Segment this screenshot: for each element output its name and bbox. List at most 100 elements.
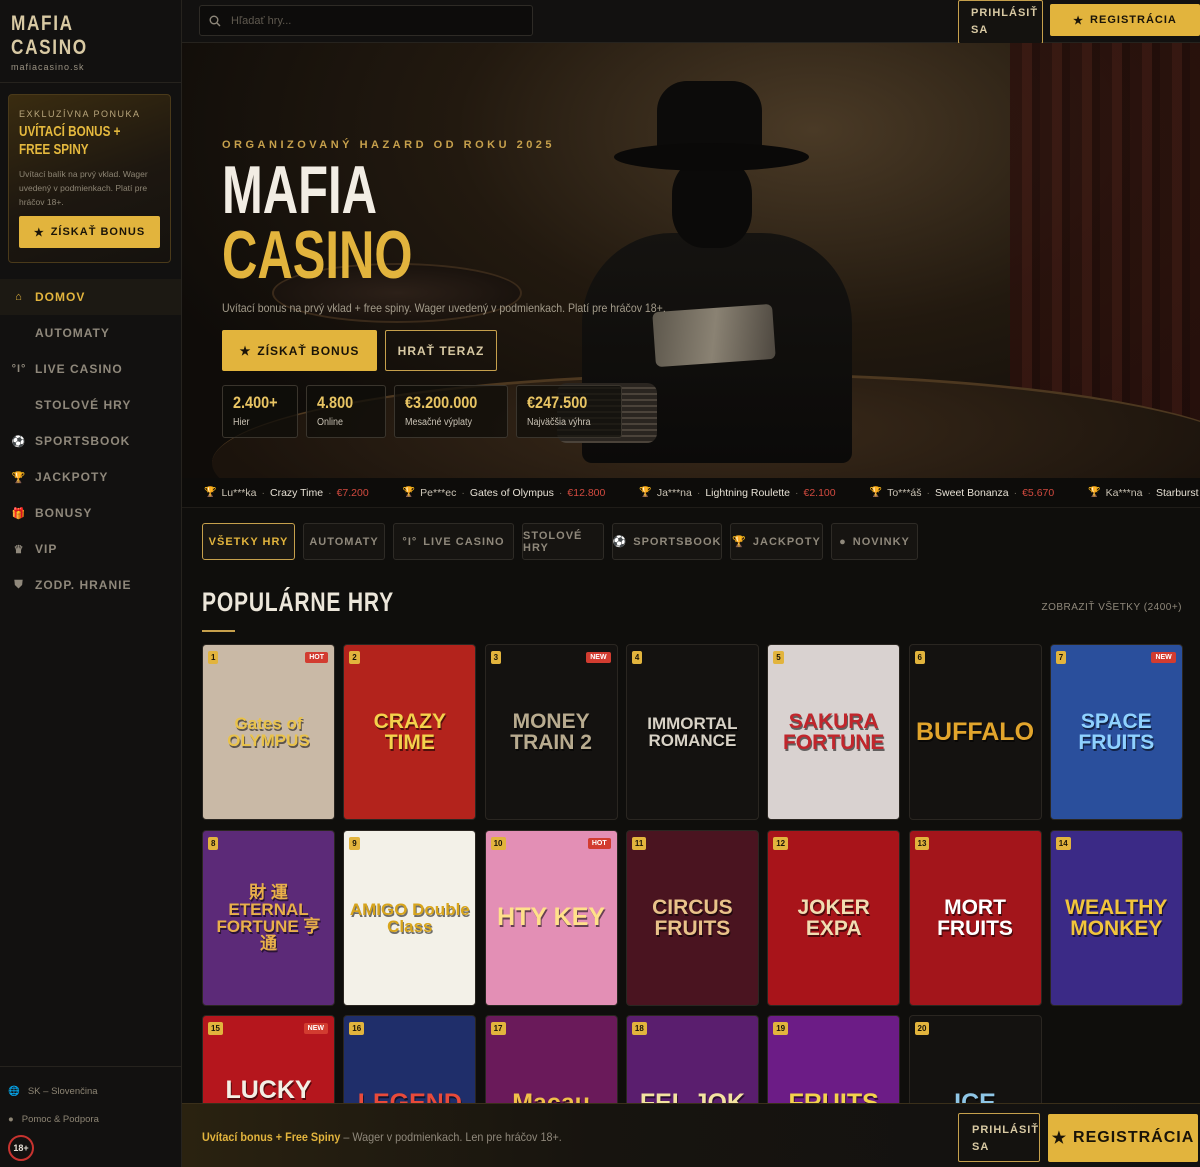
- hero-kicker: ORGANIZOVANÝ HAZARD OD ROKU 2025: [222, 139, 556, 151]
- winners-ticker: 🏆 Lu***ka · Crazy Time · €7.200 🏆 Pe***ec · Gates…: [182, 478, 1200, 508]
- game-card[interactable]: ICE 20: [908, 1015, 1042, 1104]
- trophy-icon: 🏆: [869, 487, 883, 498]
- game-art: SAKURA FORTUNE: [782, 710, 885, 754]
- game-card[interactable]: SAKURA FORTUNE 5: [767, 644, 901, 820]
- bottom-login-label: PRIHLÁSIŤ SA: [972, 1124, 1040, 1153]
- sidebar-item-vip[interactable]: ♛ VIP: [0, 531, 181, 567]
- game-art: 財 運 ETERNAL FORTUNE 亨 通: [216, 882, 321, 953]
- ticker-user: Pe***ec: [420, 486, 457, 499]
- top-bar: PRIHLÁSIŤ SA ★ REGISTRÁCIA: [182, 0, 1200, 44]
- game-rank: 19: [773, 1022, 789, 1035]
- game-card[interactable]: SPACE FRUITS 7 NEW: [1049, 644, 1183, 820]
- sidebar-item-live-casino[interactable]: °I° LIVE CASINO: [0, 351, 181, 387]
- game-rank: 14: [1055, 836, 1071, 850]
- game-badge: NEW: [586, 652, 611, 663]
- trophy-icon: 🏆: [639, 487, 652, 498]
- sidebar-nav: ⌂ DOMOV AUTOMATY °I° LIVE CASINO STOLOVÉ HRY ⚽…: [0, 279, 181, 603]
- game-rank: 15: [208, 1022, 223, 1035]
- game-card[interactable]: HTY KEY 10 HOT: [484, 829, 618, 1006]
- bottom-bonus-text: Uvítací bonus + Free Spiny: [202, 1130, 341, 1144]
- promo-get-bonus-button[interactable]: ★ ZÍSKAŤ BONUS: [19, 216, 160, 248]
- filter-label: NOVINKY: [852, 535, 910, 548]
- ticker-game: Crazy Time: [269, 486, 324, 499]
- sidebar-item-sportsbook[interactable]: ⚽ SPORTSBOOK: [0, 423, 181, 459]
- game-card[interactable]: JOKER EXPA 12: [767, 829, 901, 1006]
- game-rank: 3: [490, 651, 502, 664]
- filter-label: LIVE CASINO: [423, 535, 505, 548]
- filter-sportsbook[interactable]: ⚽ SPORTSBOOK: [612, 523, 722, 560]
- login-button[interactable]: PRIHLÁSIŤ SA: [958, 0, 1043, 44]
- bottom-bonus-bar: Uvítací bonus + Free Spiny – Wager v pod…: [182, 1103, 1200, 1167]
- filter-v-etky-hry[interactable]: VŠETKY HRY: [202, 523, 295, 560]
- stat-value: €247.500: [527, 393, 588, 412]
- filter-stolov-hry[interactable]: STOLOVÉ HRY: [522, 523, 604, 560]
- section-title: POPULÁRNE HRY: [202, 587, 394, 617]
- game-card[interactable]: LUCKY CAT 15 NEW: [202, 1015, 335, 1104]
- game-card[interactable]: MORT FRUITS 13: [908, 829, 1042, 1006]
- game-card[interactable]: WEALTHY MONKEY 14: [1049, 829, 1183, 1006]
- ticker-item: 🏆 Ka***na · Starburst X: [1088, 487, 1200, 499]
- stat-value: 2.400+: [233, 393, 278, 412]
- globe-icon: 🌐: [8, 1085, 20, 1097]
- stat-value: €3.200.000: [405, 393, 478, 412]
- ticker-separator: ·: [1147, 486, 1151, 499]
- sidebar-item-domov[interactable]: ⌂ DOMOV: [0, 279, 181, 315]
- hero-play-now-button[interactable]: HRAŤ TERAZ: [385, 330, 497, 371]
- filter-automaty[interactable]: AUTOMATY: [303, 523, 385, 560]
- search-box[interactable]: [199, 5, 533, 36]
- sidebar-item-automaty[interactable]: AUTOMATY: [0, 315, 181, 351]
- register-label: REGISTRÁCIA: [1090, 14, 1177, 26]
- sidebar-item-stolov-hry[interactable]: STOLOVÉ HRY: [0, 387, 181, 423]
- age-badge: 18+: [8, 1135, 34, 1161]
- game-card[interactable]: FEL JOK 18: [625, 1015, 759, 1104]
- stat-box: 4.800 Online: [306, 385, 386, 438]
- filter-jackpoty[interactable]: 🏆 JACKPOTY: [730, 523, 823, 560]
- ticker-separator: ·: [1013, 486, 1018, 499]
- hero-stats: 2.400+ Hier 4.800 Online €3.200.000 Mesačné v…: [222, 385, 622, 438]
- filter-live-casino[interactable]: °I° LIVE CASINO: [393, 523, 514, 560]
- game-card[interactable]: BUFFALO 6: [908, 644, 1042, 820]
- show-all-link[interactable]: ZOBRAZIŤ VŠETKY (2400+): [1041, 602, 1182, 613]
- stat-box: 2.400+ Hier: [222, 385, 298, 438]
- ticker-amount: €5.670: [1022, 486, 1055, 499]
- hero-get-bonus-button[interactable]: ★ ZÍSKAŤ BONUS: [222, 330, 377, 371]
- game-rank: 10: [490, 836, 506, 850]
- game-rank: 7: [1055, 651, 1067, 664]
- language-selector[interactable]: 🌐 SK – Slovenčina: [8, 1077, 174, 1105]
- game-badge: HOT: [305, 652, 328, 663]
- trophy-icon: 🏆: [402, 487, 416, 498]
- hero-play-now-label: HRAŤ TERAZ: [397, 343, 485, 358]
- game-art: FEL JOK: [639, 1088, 745, 1104]
- game-rank: 16: [349, 1022, 365, 1035]
- game-card[interactable]: LEGEND 16: [343, 1015, 477, 1104]
- game-card[interactable]: 財 運 ETERNAL FORTUNE 亨 通 8: [202, 829, 335, 1006]
- game-card[interactable]: CIRCUS FRUITS 11: [625, 829, 759, 1006]
- sidebar-item-zodp-hranie[interactable]: ⛊ ZODP. HRANIE: [0, 567, 181, 603]
- live-icon: °I°: [11, 363, 27, 375]
- game-card[interactable]: Gates of OLYMPUS 1 HOT: [202, 644, 335, 820]
- hero-title-line-2: CASINO: [222, 217, 413, 293]
- register-button[interactable]: ★ REGISTRÁCIA: [1050, 4, 1200, 36]
- sidebar-item-bonusy[interactable]: 🎁 BONUSY: [0, 495, 181, 531]
- game-card[interactable]: CRAZY TIME 2: [343, 644, 477, 820]
- stat-label: Hier: [233, 417, 250, 428]
- game-card[interactable]: AMIGO Double Class 9: [343, 829, 477, 1006]
- game-card[interactable]: MONEY TRAIN 2 3 NEW: [484, 644, 618, 820]
- filter-novinky[interactable]: ● NOVINKY: [831, 523, 918, 560]
- ticker-amount: €12.800: [567, 486, 606, 499]
- nav-spacer: [12, 398, 26, 412]
- star-icon: ★: [1073, 14, 1085, 27]
- sidebar-item-jackpoty[interactable]: 🏆 JACKPOTY: [0, 459, 181, 495]
- bottom-register-button[interactable]: ★ REGISTRÁCIA: [1048, 1114, 1198, 1162]
- logo[interactable]: MAFIA CASINO mafiacasino.sk: [0, 0, 181, 83]
- game-art: LEGEND: [357, 1088, 462, 1104]
- game-card[interactable]: Macau 17: [484, 1015, 618, 1104]
- game-card[interactable]: IMMORTAL ROMANCE 4: [625, 644, 759, 820]
- search-input[interactable]: [231, 14, 511, 27]
- game-card[interactable]: FRUITS 19: [767, 1015, 901, 1104]
- ticker-user: Ka***na: [1105, 486, 1143, 499]
- promo-kicker: EXKLUZÍVNA PONUKA: [19, 109, 141, 119]
- game-rank: 1: [208, 651, 219, 664]
- bottom-login-button[interactable]: PRIHLÁSIŤ SA: [958, 1113, 1040, 1162]
- support-link[interactable]: ● Pomoc & Podpora: [8, 1105, 174, 1133]
